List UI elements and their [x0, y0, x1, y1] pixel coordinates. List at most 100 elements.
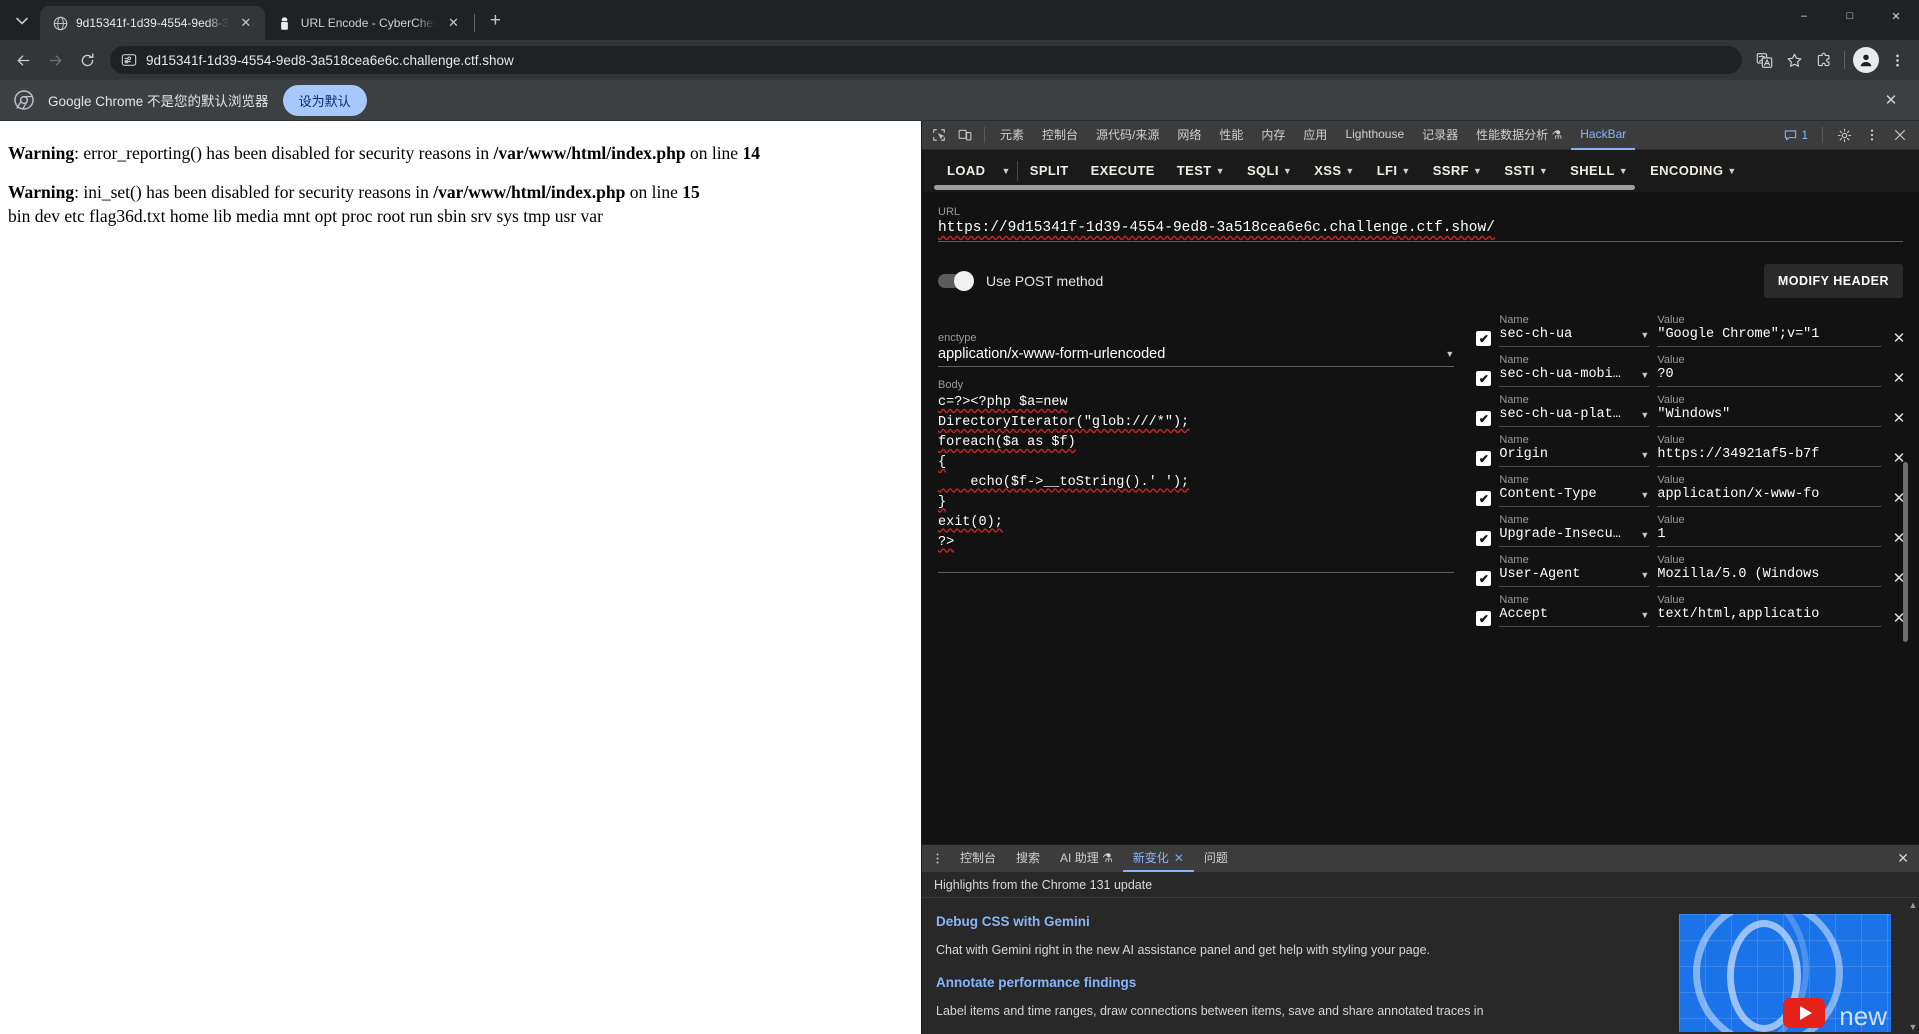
- hackbar-lfi-menu[interactable]: LFI ▼: [1366, 156, 1422, 185]
- window-close-button[interactable]: ✕: [1873, 0, 1919, 32]
- header-enable-checkbox[interactable]: ✔: [1476, 531, 1492, 546]
- forward-button[interactable]: [40, 45, 70, 75]
- devtools-more-icon[interactable]: [1859, 123, 1885, 147]
- devtools-tab-lighthouse[interactable]: Lighthouse: [1336, 121, 1413, 150]
- header-name-select[interactable]: Content-Type ▼: [1499, 487, 1650, 507]
- hackbar-load-dropdown-icon[interactable]: ▼: [996, 159, 1015, 183]
- drawer-tab-whats-new-close-icon[interactable]: ✕: [1174, 851, 1184, 865]
- set-default-browser-button[interactable]: 设为默认: [282, 84, 367, 116]
- header-enable-checkbox[interactable]: ✔: [1476, 451, 1492, 466]
- devtools-tab-performance[interactable]: 性能: [1210, 121, 1252, 150]
- drawer-tab-search[interactable]: 搜索: [1006, 845, 1050, 872]
- drawer-tab-console[interactable]: 控制台: [950, 845, 1006, 872]
- hackbar-test-menu[interactable]: TEST ▼: [1166, 156, 1236, 185]
- header-enable-checkbox[interactable]: ✔: [1476, 611, 1492, 626]
- extensions-puzzle-icon[interactable]: [1810, 46, 1838, 74]
- use-post-method-toggle[interactable]: [938, 271, 974, 291]
- hackbar-encoding-menu[interactable]: ENCODING ▼: [1639, 156, 1748, 185]
- header-enable-checkbox[interactable]: ✔: [1476, 571, 1492, 586]
- scroll-down-icon[interactable]: ▼: [1907, 1022, 1919, 1032]
- header-value-input[interactable]: ?0: [1657, 367, 1881, 387]
- hackbar-ssti-menu[interactable]: SSTI ▼: [1493, 156, 1559, 185]
- header-name-select[interactable]: sec-ch-ua-mobi… ▼: [1499, 367, 1650, 387]
- inspect-element-icon[interactable]: [926, 123, 952, 147]
- bookmark-star-icon[interactable]: [1780, 46, 1808, 74]
- header-value-text: ?0: [1657, 367, 1674, 382]
- header-value-input[interactable]: Mozilla/5.0 (Windows: [1657, 567, 1881, 587]
- hackbar-shell-menu[interactable]: SHELL ▼: [1559, 156, 1639, 185]
- browser-tab-2[interactable]: URL Encode - CyberChef ✕: [265, 6, 473, 40]
- whats-new-item-2-heading[interactable]: Annotate performance findings: [936, 975, 1661, 990]
- browser-tab-2-close-icon[interactable]: ✕: [444, 14, 462, 32]
- header-name-select[interactable]: sec-ch-ua-plat… ▼: [1499, 407, 1650, 427]
- drawer-more-icon[interactable]: [924, 847, 950, 871]
- header-name-select[interactable]: sec-ch-ua ▼: [1499, 327, 1650, 347]
- hackbar-toolbar-scrollbar[interactable]: [922, 185, 1919, 192]
- header-name-field: Name sec-ch-ua ▼: [1499, 314, 1650, 347]
- devtools-tab-console[interactable]: 控制台: [1033, 121, 1087, 150]
- devtools-tab-recorder[interactable]: 记录器: [1413, 121, 1467, 150]
- window-maximize-button[interactable]: □: [1827, 0, 1873, 32]
- devtools-close-icon[interactable]: [1887, 123, 1913, 147]
- scroll-up-icon[interactable]: ▲: [1907, 900, 1919, 910]
- body-textarea[interactable]: c=?><?php $a=new DirectoryIterator("glob…: [938, 393, 1455, 573]
- devtools-tab-memory[interactable]: 内存: [1252, 121, 1294, 150]
- header-value-input[interactable]: text/html,applicatio: [1657, 607, 1881, 627]
- devtools-tab-performance-insights[interactable]: 性能数据分析 ⚗: [1467, 121, 1571, 150]
- hackbar-ssrf-menu[interactable]: SSRF ▼: [1422, 156, 1494, 185]
- header-value-input[interactable]: https://34921af5-b7f: [1657, 447, 1881, 467]
- enctype-select[interactable]: application/x-www-form-urlencoded ▼: [938, 346, 1455, 367]
- header-name-select[interactable]: Accept ▼: [1499, 607, 1650, 627]
- modify-header-button[interactable]: MODIFY HEADER: [1763, 264, 1903, 298]
- browser-tab-1-close-icon[interactable]: ✕: [237, 14, 255, 32]
- header-name-label: Name: [1499, 314, 1529, 326]
- browser-tab-1[interactable]: 9d15341f-1d39-4554-9ed8-3 ✕: [40, 6, 265, 40]
- header-name-select[interactable]: User-Agent ▼: [1499, 567, 1650, 587]
- hackbar-xss-menu[interactable]: XSS ▼: [1303, 156, 1366, 185]
- drawer-tab-ai-assistant[interactable]: AI 助理 ⚗: [1050, 845, 1123, 872]
- whats-new-video-thumbnail[interactable]: new: [1679, 914, 1891, 1032]
- drawer-close-icon[interactable]: ✕: [1887, 850, 1919, 867]
- header-enable-checkbox[interactable]: ✔: [1476, 371, 1492, 386]
- drawer-tab-issues[interactable]: 问题: [1194, 845, 1238, 872]
- whats-new-scrollbar[interactable]: ▲ ▼: [1907, 898, 1919, 1034]
- devtools-tab-network[interactable]: 网络: [1168, 121, 1210, 150]
- reload-button[interactable]: [72, 45, 102, 75]
- devtools-tab-elements[interactable]: 元素: [991, 121, 1033, 150]
- site-settings-icon[interactable]: [120, 51, 138, 69]
- whats-new-item-1-heading[interactable]: Debug CSS with Gemini: [936, 914, 1661, 929]
- devtools-tab-hackbar[interactable]: HackBar: [1571, 121, 1636, 150]
- gear-icon[interactable]: [1831, 123, 1857, 147]
- header-enable-checkbox[interactable]: ✔: [1476, 411, 1492, 426]
- tab-search-icon[interactable]: [8, 7, 36, 35]
- issues-badge[interactable]: 1: [1778, 128, 1814, 142]
- chrome-menu-icon[interactable]: [1883, 46, 1911, 74]
- header-name-select[interactable]: Origin ▼: [1499, 447, 1650, 467]
- translate-icon[interactable]: [1750, 46, 1778, 74]
- device-toolbar-icon[interactable]: [952, 123, 978, 147]
- play-button-icon[interactable]: [1783, 998, 1825, 1028]
- header-value-input[interactable]: "Windows": [1657, 407, 1881, 427]
- new-tab-button[interactable]: +: [481, 7, 509, 35]
- hackbar-execute-button[interactable]: EXECUTE: [1080, 156, 1166, 185]
- header-value-input[interactable]: 1: [1657, 527, 1881, 547]
- infobar-close-icon[interactable]: ✕: [1877, 86, 1905, 114]
- header-enable-checkbox[interactable]: ✔: [1476, 331, 1492, 346]
- hackbar-sqli-menu[interactable]: SQLI ▼: [1236, 156, 1303, 185]
- hackbar-load-button[interactable]: LOAD: [936, 156, 996, 185]
- header-value-input[interactable]: application/x-www-fo: [1657, 487, 1881, 507]
- hackbar-split-button[interactable]: SPLIT: [1019, 156, 1080, 185]
- header-name-select[interactable]: Upgrade-Insecu… ▼: [1499, 527, 1650, 547]
- headers-scrollbar[interactable]: [1902, 312, 1909, 844]
- drawer-tab-whats-new[interactable]: 新变化 ✕: [1122, 845, 1194, 872]
- header-enable-checkbox[interactable]: ✔: [1476, 491, 1492, 506]
- window-minimize-button[interactable]: –: [1781, 0, 1827, 32]
- url-input[interactable]: https://9d15341f-1d39-4554-9ed8-3a518cea…: [938, 220, 1903, 242]
- devtools-tab-sources[interactable]: 源代码/来源: [1087, 121, 1168, 150]
- address-bar[interactable]: 9d15341f-1d39-4554-9ed8-3a518cea6e6c.cha…: [110, 46, 1742, 74]
- back-button[interactable]: [8, 45, 38, 75]
- profile-avatar-icon[interactable]: [1853, 47, 1879, 73]
- headers-scrollbar-thumb[interactable]: [1903, 462, 1908, 642]
- devtools-tab-application[interactable]: 应用: [1294, 121, 1336, 150]
- header-value-input[interactable]: "Google Chrome";v="1: [1657, 327, 1881, 347]
